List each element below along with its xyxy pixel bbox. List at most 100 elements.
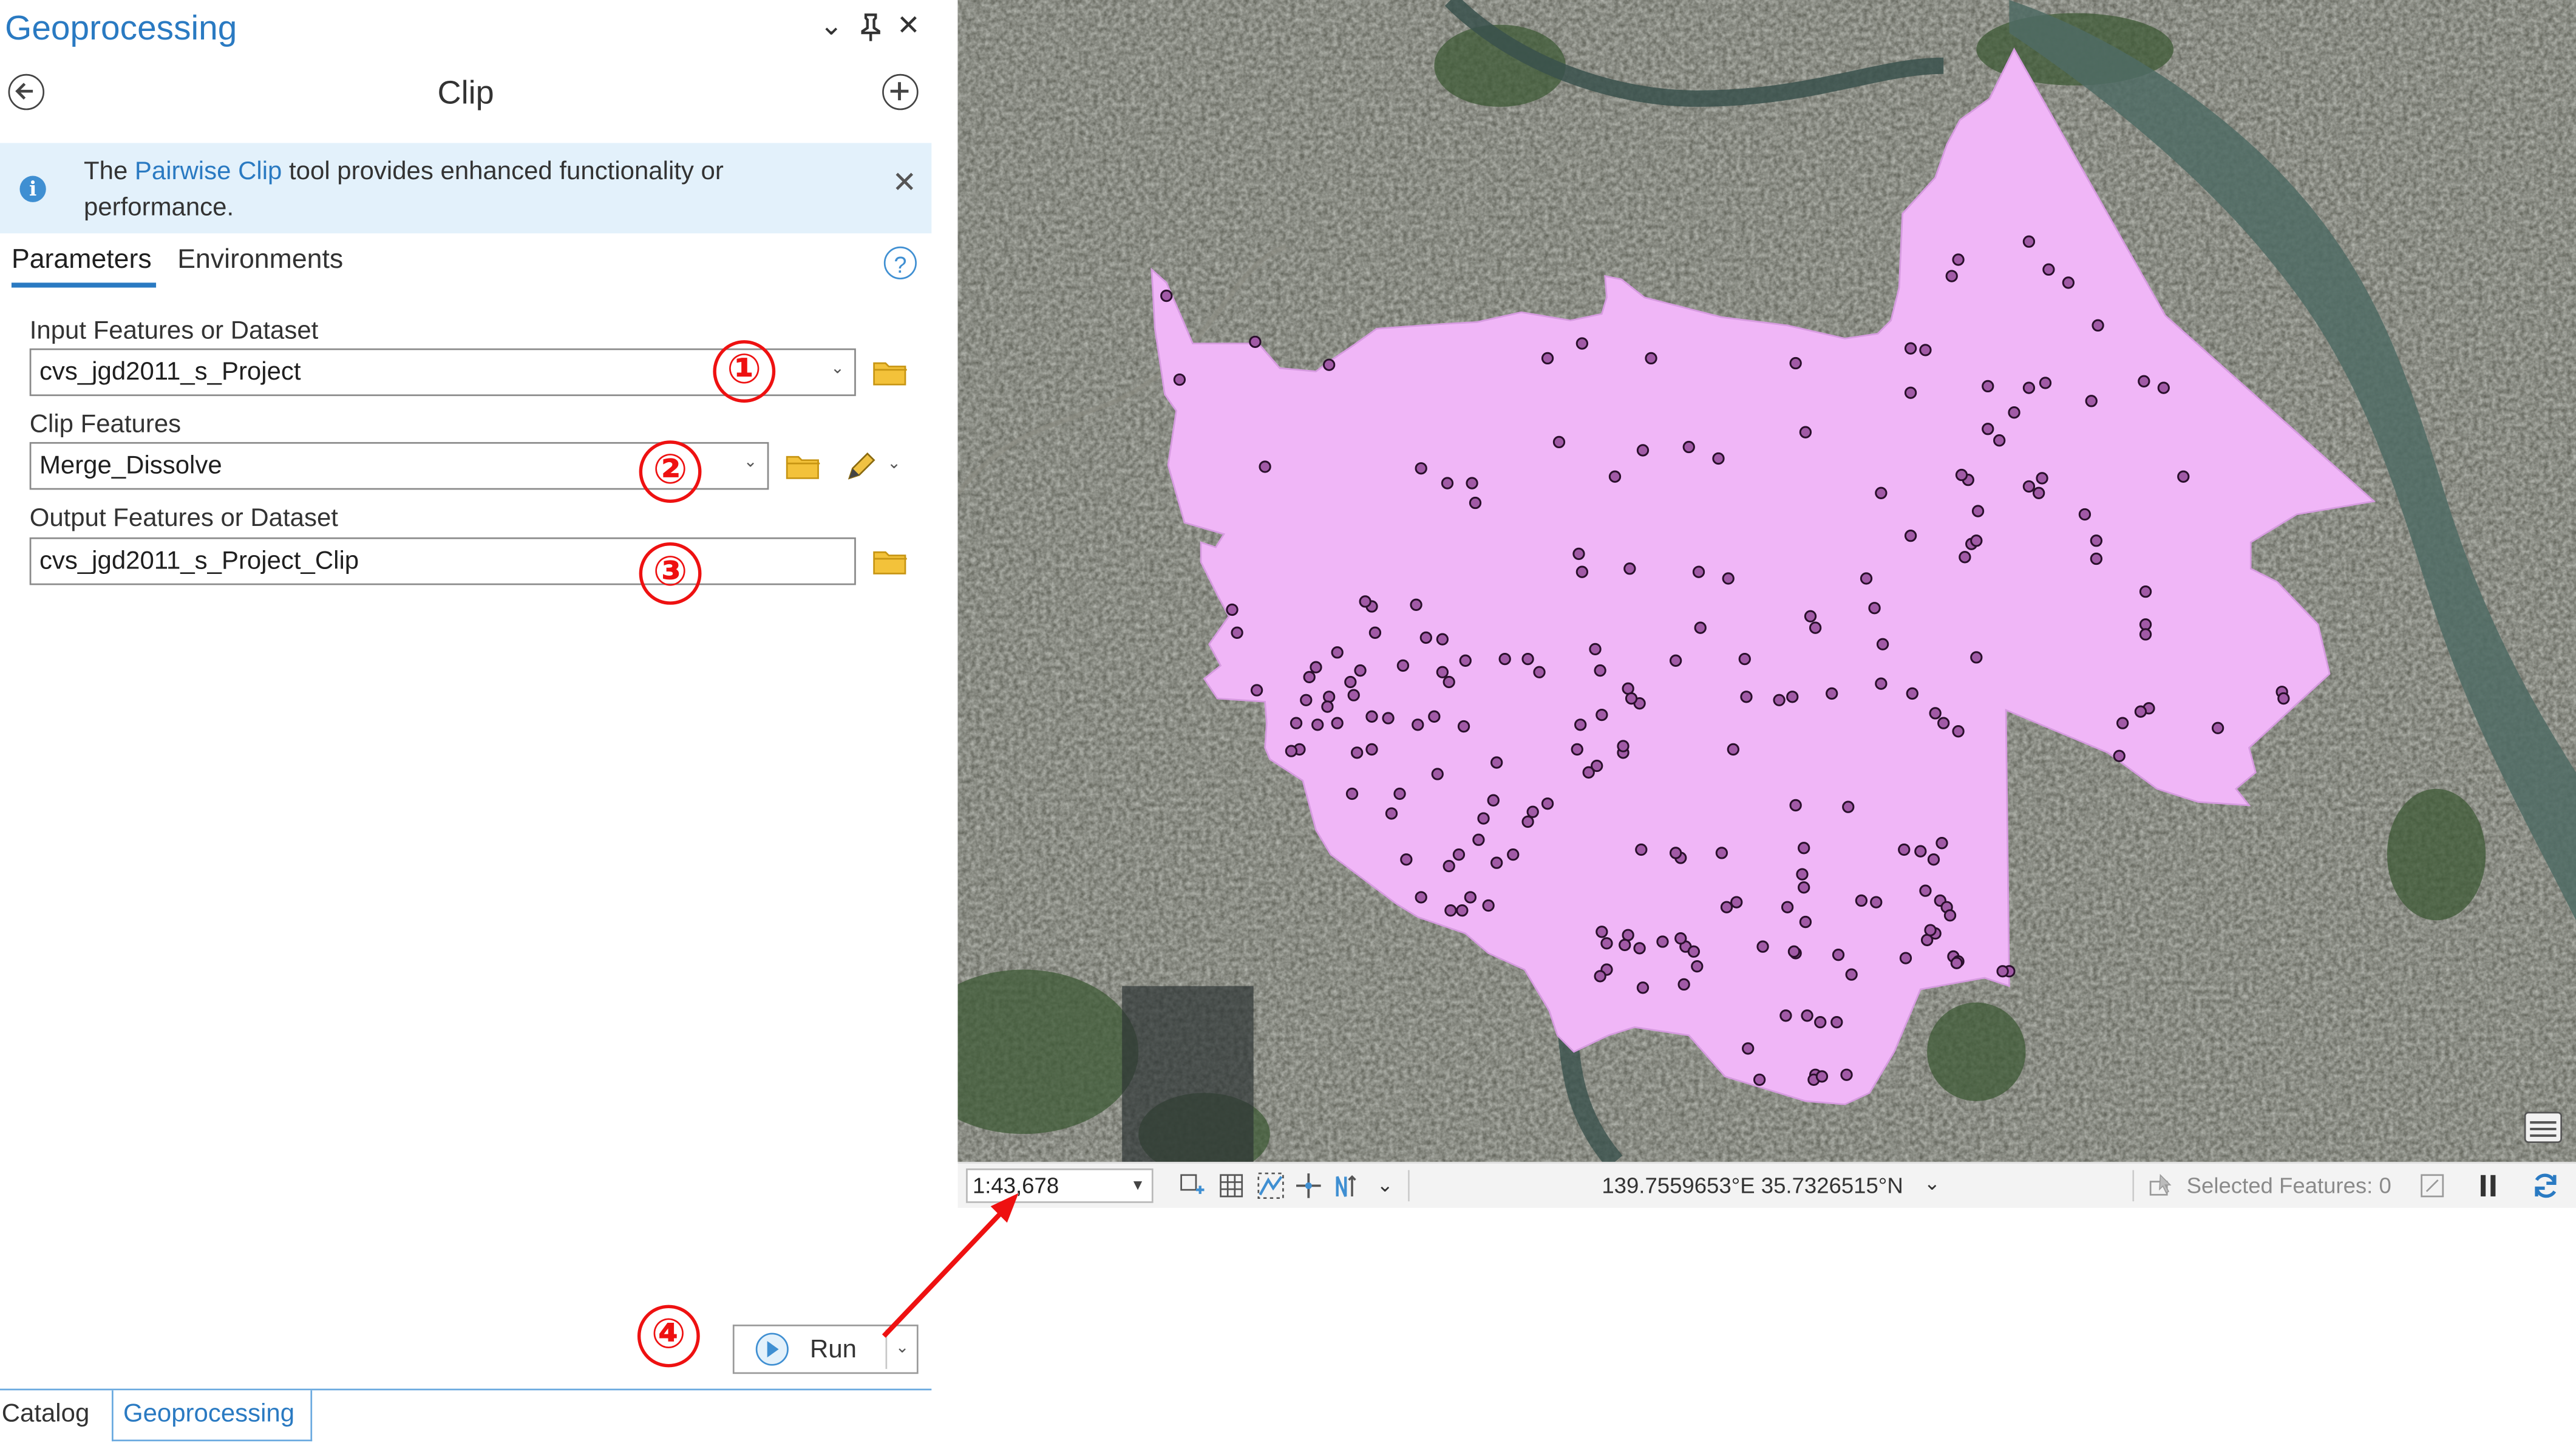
store-point[interactable]	[1431, 768, 1444, 780]
chevron-down-icon[interactable]: ▼	[1130, 1176, 1145, 1193]
store-point[interactable]	[1623, 562, 1636, 575]
store-point[interactable]	[2092, 319, 2104, 332]
store-point[interactable]	[1321, 700, 1334, 713]
store-point[interactable]	[1952, 725, 1965, 738]
store-point[interactable]	[1521, 815, 1534, 828]
store-point[interactable]	[1608, 470, 1622, 483]
store-point[interactable]	[1815, 1070, 1829, 1083]
store-point[interactable]	[1477, 812, 1490, 825]
store-point[interactable]	[2085, 395, 2098, 408]
store-point[interactable]	[1596, 926, 1608, 938]
store-point[interactable]	[2022, 381, 2036, 394]
store-point[interactable]	[2211, 722, 2224, 734]
store-point[interactable]	[1635, 843, 1648, 856]
store-point[interactable]	[2139, 585, 2152, 598]
store-point[interactable]	[1365, 710, 1378, 723]
store-point[interactable]	[1753, 1073, 1766, 1086]
store-point[interactable]	[1920, 933, 1934, 946]
store-point[interactable]	[1382, 712, 1395, 725]
chevron-down-icon[interactable]: ⌄	[1377, 1173, 1393, 1196]
store-point[interactable]	[1687, 945, 1701, 958]
store-point[interactable]	[1832, 949, 1845, 961]
store-point[interactable]	[1789, 356, 1802, 370]
store-point[interactable]	[1996, 965, 2009, 978]
output-features-field[interactable]: cvs_jgd2011_s_Project_Clip	[29, 537, 856, 585]
store-point[interactable]	[1904, 530, 1917, 542]
store-point[interactable]	[1323, 358, 1336, 371]
store-point[interactable]	[1809, 621, 1822, 634]
store-point[interactable]	[1674, 932, 1687, 945]
store-point[interactable]	[2090, 534, 2103, 547]
store-point[interactable]	[1456, 904, 1469, 917]
store-point[interactable]	[1919, 344, 1932, 356]
store-point[interactable]	[2116, 717, 2129, 729]
run-button[interactable]: Run ⌄	[732, 1325, 919, 1374]
store-point[interactable]	[1487, 794, 1500, 807]
store-point[interactable]	[1898, 843, 1911, 856]
store-point[interactable]	[1469, 496, 1482, 510]
close-icon[interactable]: ✕	[892, 166, 917, 200]
store-point[interactable]	[1521, 652, 1534, 666]
store-point[interactable]	[1982, 380, 1994, 393]
store-point[interactable]	[1368, 626, 1382, 639]
store-point[interactable]	[1952, 253, 1965, 266]
store-point[interactable]	[1351, 746, 1364, 759]
store-point[interactable]	[1830, 1015, 1843, 1029]
store-point[interactable]	[1633, 942, 1646, 955]
folder-icon[interactable]	[872, 549, 909, 575]
store-point[interactable]	[1669, 654, 1682, 667]
store-point[interactable]	[1160, 289, 1173, 302]
store-point[interactable]	[1722, 572, 1735, 585]
store-point[interactable]	[1574, 718, 1587, 731]
store-point[interactable]	[1779, 1009, 1792, 1022]
store-point[interactable]	[1826, 687, 1838, 700]
refresh-icon[interactable]	[2532, 1172, 2560, 1199]
store-point[interactable]	[1970, 534, 1983, 547]
store-point[interactable]	[1231, 626, 1243, 639]
store-point[interactable]	[1347, 689, 1360, 701]
store-point[interactable]	[1396, 659, 1410, 672]
store-point[interactable]	[1457, 720, 1470, 733]
store-point[interactable]	[1541, 352, 1554, 365]
north-arrow-icon[interactable]	[1333, 1172, 1361, 1199]
chevron-down-icon[interactable]: ⌄	[887, 455, 901, 474]
store-point[interactable]	[2008, 406, 2020, 419]
store-point[interactable]	[1354, 664, 1367, 677]
store-point[interactable]	[1345, 787, 1359, 800]
store-point[interactable]	[1290, 717, 1303, 729]
store-point[interactable]	[1945, 270, 1958, 282]
store-point[interactable]	[1571, 743, 1583, 756]
store-point[interactable]	[1799, 915, 1812, 929]
store-point[interactable]	[1870, 896, 1883, 909]
store-point[interactable]	[1787, 945, 1801, 958]
store-point[interactable]	[2032, 486, 2045, 499]
chevron-down-icon[interactable]: ⌄	[895, 1339, 909, 1357]
store-point[interactable]	[1720, 901, 1733, 913]
store-point[interactable]	[1924, 924, 1937, 936]
store-point[interactable]	[1691, 960, 1704, 973]
store-point[interactable]	[1412, 718, 1424, 731]
map-view[interactable]	[957, 0, 2576, 1162]
store-point[interactable]	[2157, 381, 2170, 394]
store-point[interactable]	[2090, 552, 2103, 565]
store-point[interactable]	[1589, 643, 1602, 656]
add-icon[interactable]	[882, 73, 919, 111]
store-point[interactable]	[1617, 740, 1630, 752]
store-point[interactable]	[1906, 687, 1918, 700]
store-point[interactable]	[1742, 1042, 1755, 1055]
store-point[interactable]	[1840, 1068, 1853, 1081]
tab-catalog[interactable]: Catalog	[2, 1400, 90, 1430]
tab-parameters[interactable]: Parameters	[12, 245, 152, 276]
chevron-down-icon[interactable]: ⌄	[1924, 1172, 1940, 1195]
store-point[interactable]	[2177, 470, 2190, 483]
help-icon[interactable]: ?	[883, 246, 917, 280]
store-point[interactable]	[2039, 377, 2052, 389]
store-point[interactable]	[1982, 423, 1994, 435]
store-point[interactable]	[1875, 486, 1888, 499]
pause-icon[interactable]	[2474, 1172, 2502, 1199]
store-point[interactable]	[1323, 691, 1336, 703]
store-point[interactable]	[1428, 710, 1441, 723]
store-point[interactable]	[1682, 440, 1695, 454]
store-point[interactable]	[1359, 595, 1371, 608]
store-point[interactable]	[2078, 508, 2092, 521]
